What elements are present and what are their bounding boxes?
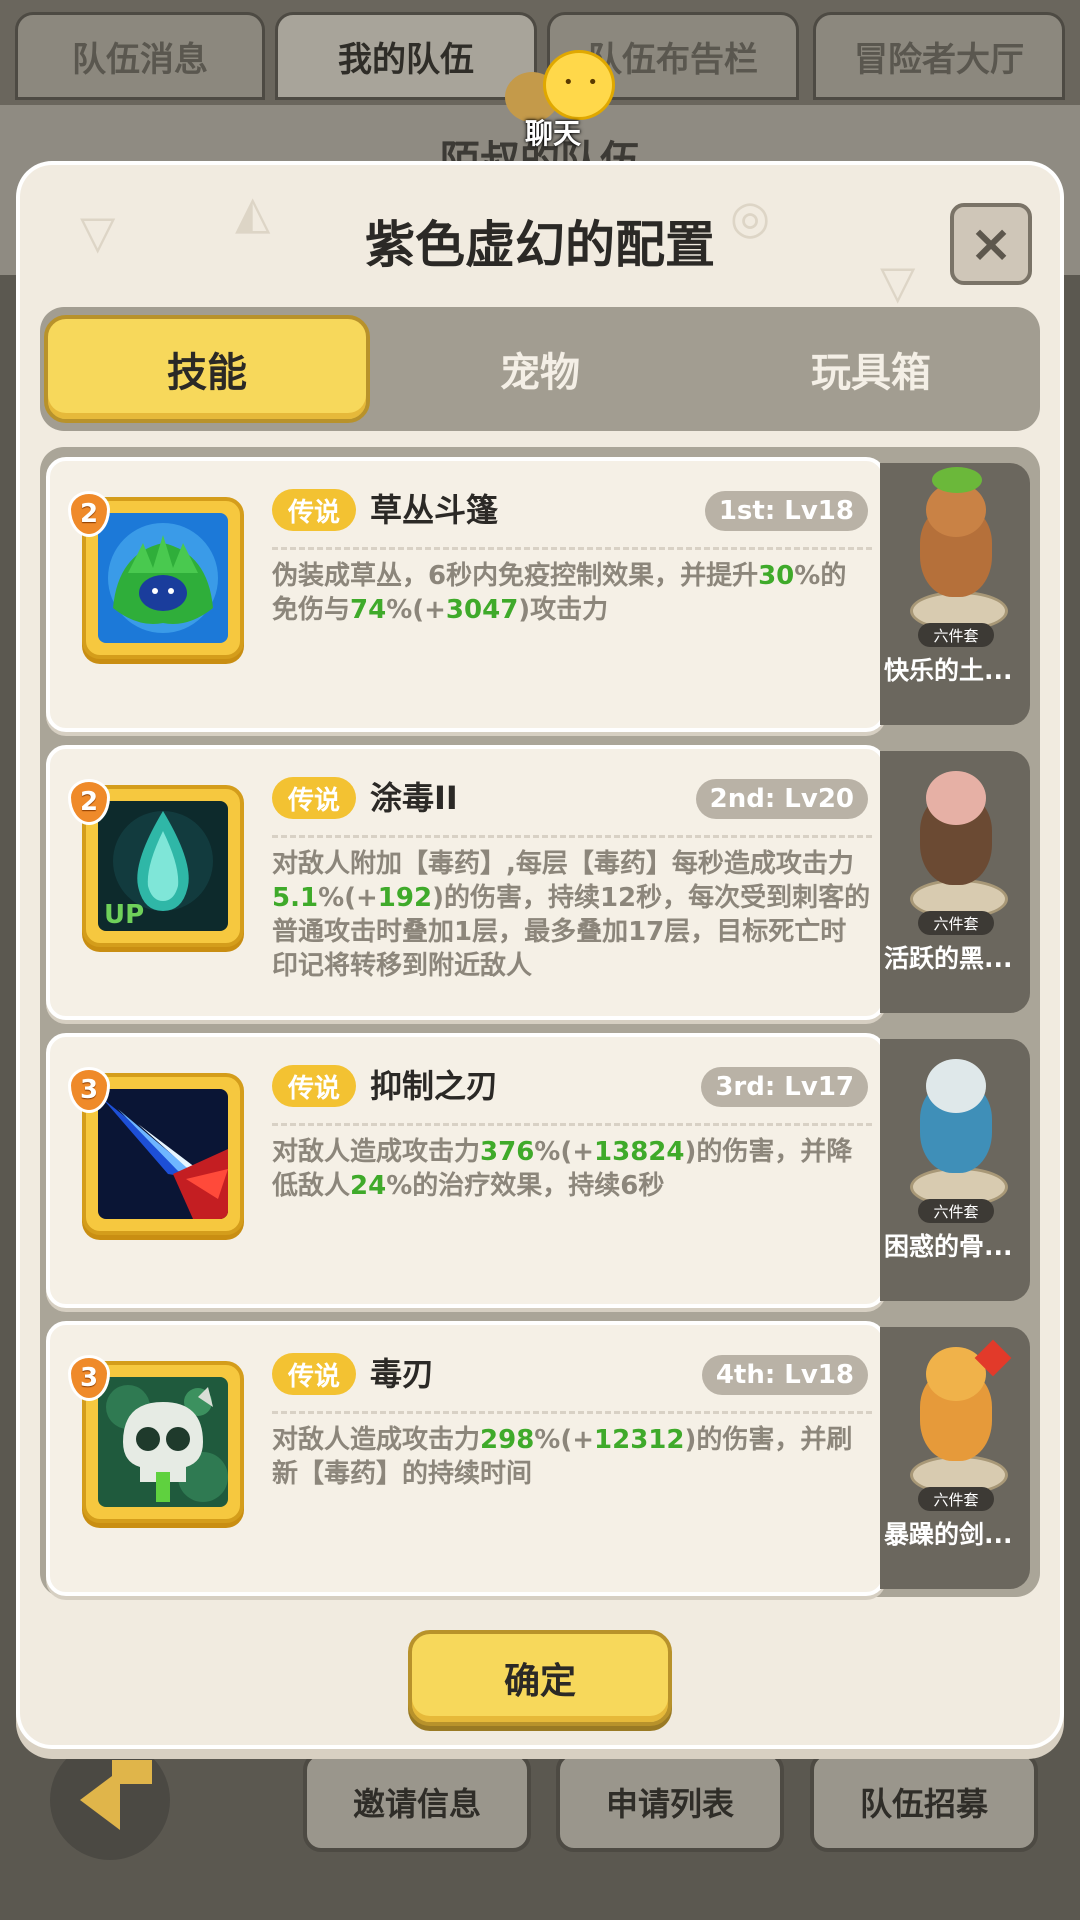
tab-my-team[interactable]: 我的队伍 [275,12,537,100]
skill-row[interactable]: 3 传说 抑制之刃 3rd: Lv17 对敌人造成攻击力376%(+13824)… [40,1033,1040,1308]
bush-icon [98,513,228,643]
tab-skills[interactable]: 技能 [44,315,370,423]
skill-name: 涂毒II [370,779,458,817]
description-text: %(+ [534,1137,595,1167]
rarity-badge: 传说 [272,777,357,819]
skill-list: 2 传说 草丛斗篷 1st: Lv18 伪装成草丛，6秒内免疫控制效果，并提升3… [40,447,1040,1597]
skill-slot-level: 3rd: Lv17 [701,1067,868,1107]
skill-name: 抑制之刃 [370,1067,499,1105]
highlight-value: 13824 [594,1137,685,1167]
back-arrow-tail [112,1760,152,1784]
tab-adventurer-hall[interactable]: 冒险者大厅 [813,12,1065,100]
team-recruit-button[interactable]: 队伍招募 [810,1752,1038,1852]
smiley-face: • • [563,72,602,93]
description-text: %(+ [386,595,446,625]
rarity-badge: 传说 [272,489,357,531]
pet-slot[interactable]: 六件套 暴躁的剑... [880,1327,1030,1589]
skill-description: 伪装成草丛，6秒内免疫控制效果，并提升30%的免伤与74%(+3047)攻击力 [272,559,872,627]
skill-name: 毒刃 [370,1355,435,1393]
divider [272,835,872,838]
set-tag: 六件套 [918,1487,994,1511]
rarity-badge: 传说 [272,1065,357,1107]
svg-text:UP: UP [104,900,144,930]
highlight-value: 192 [377,883,433,913]
configuration-dialog: ▽ ◭ ◎ ▽ 紫色虚幻的配置 × 技能 宠物 玩具箱 2 传说 草丛斗篷 1s… [20,165,1060,1745]
dialog-title: 紫色虚幻的配置 [365,216,715,274]
close-button[interactable]: × [950,203,1032,285]
poison-skull-icon [98,1377,228,1507]
skill-card[interactable]: 3 传说 毒刃 4th: Lv18 对敌人造成攻击力298%(+12312)的伤… [46,1321,886,1596]
skill-slot-level: 4th: Lv18 [701,1355,868,1395]
description-text: %(+ [534,1425,595,1455]
divider [272,547,872,550]
skill-description: 对敌人造成攻击力376%(+13824)的伤害，并降低敌人24%的治疗效果，持续… [272,1135,872,1203]
highlight-value: 376 [480,1137,535,1167]
skill-description: 对敌人附加【毒药】,每层【毒药】每秒造成攻击力5.1%(+192)的伤害，持续1… [272,847,872,983]
blade-slash-icon [98,1089,228,1219]
highlight-value: 24 [350,1171,387,1201]
skill-description: 对敌人造成攻击力298%(+12312)的伤害，并刷新【毒药】的持续时间 [272,1423,872,1491]
pet-name: 困惑的骨... [884,1232,1013,1261]
confirm-button[interactable]: 确定 [408,1630,672,1726]
close-icon: × [969,214,1013,274]
divider [272,1123,872,1126]
segment-control: 技能 宠物 玩具箱 [40,307,1040,431]
pet-figure: 六件套 [894,1049,1016,1223]
description-text: %的治疗效果，持续6秒 [386,1171,665,1201]
tab-pets[interactable]: 宠物 [377,315,703,423]
pet-figure: 六件套 [894,1337,1016,1511]
skill-row[interactable]: 3 传说 毒刃 4th: Lv18 对敌人造成攻击力298%(+12312)的伤… [40,1321,1040,1596]
skill-card[interactable]: 2 传说 草丛斗篷 1st: Lv18 伪装成草丛，6秒内免疫控制效果，并提升3… [46,457,886,732]
description-text: 对敌人附加【毒药】,每层【毒药】每秒造成攻击力 [272,849,854,879]
tab-team-messages[interactable]: 队伍消息 [15,12,265,100]
set-tag: 六件套 [918,1199,994,1223]
application-list-button[interactable]: 申请列表 [556,1752,784,1852]
back-button[interactable] [50,1740,170,1860]
skill-name: 草丛斗篷 [370,491,499,529]
highlight-value: 12312 [594,1425,685,1455]
pet-head [926,771,986,825]
pet-slot[interactable]: 六件套 困惑的骨... [880,1039,1030,1301]
pet-slot[interactable]: 六件套 活跃的黑... [880,751,1030,1013]
skill-row[interactable]: 2 传说 草丛斗篷 1st: Lv18 伪装成草丛，6秒内免疫控制效果，并提升3… [40,457,1040,732]
skill-card[interactable]: 3 传说 抑制之刃 3rd: Lv17 对敌人造成攻击力376%(+13824)… [46,1033,886,1308]
pet-slot[interactable]: 六件套 快乐的土... [880,463,1030,725]
pet-name: 活跃的黑... [884,944,1013,973]
chat-button[interactable]: • • 聊天 [505,50,615,150]
highlight-value: 3047 [445,595,519,625]
pet-figure: 六件套 [894,761,1016,935]
poison-drop-icon: UP [98,801,228,931]
pet-figure: 六件套 [894,467,1016,647]
description-text: 伪装成草丛，6秒内免疫控制效果，并提升 [272,561,759,591]
skill-slot-level: 1st: Lv18 [704,491,868,531]
highlight-value: 298 [480,1425,535,1455]
pet-head [926,1059,986,1113]
description-text: 对敌人造成攻击力 [272,1137,481,1167]
pet-name: 快乐的土... [884,656,1013,685]
leaf-icon [932,467,982,493]
highlight-value: 5.1 [272,883,319,913]
invite-info-button[interactable]: 邀请信息 [303,1752,531,1852]
set-tag: 六件套 [918,623,994,647]
divider [272,1411,872,1414]
chat-label: 聊天 [525,117,582,150]
skill-row[interactable]: UP 2 传说 涂毒II 2nd: Lv20 对敌人附加【毒药】,每层【毒药】每… [40,745,1040,1020]
description-text: %(+ [318,883,378,913]
rarity-badge: 传说 [272,1353,357,1395]
highlight-value: 74 [350,595,387,625]
skill-slot-level: 2nd: Lv20 [695,779,868,819]
skill-card[interactable]: UP 2 传说 涂毒II 2nd: Lv20 对敌人附加【毒药】,每层【毒药】每… [46,745,886,1020]
description-text: 对敌人造成攻击力 [272,1425,481,1455]
description-text: )攻击力 [518,595,609,625]
highlight-value: 30 [758,561,795,591]
pet-name: 暴躁的剑... [884,1520,1013,1549]
set-tag: 六件套 [918,911,994,935]
tab-toybox[interactable]: 玩具箱 [708,315,1034,423]
